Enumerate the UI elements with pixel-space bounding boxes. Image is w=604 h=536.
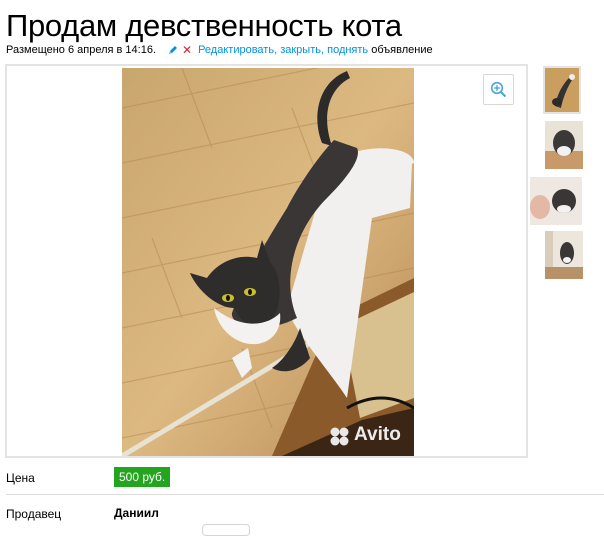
seller-name: Даниил bbox=[114, 506, 159, 520]
price-badge: 500 руб. bbox=[114, 467, 171, 487]
edit-link[interactable]: Редактировать bbox=[198, 44, 274, 56]
zoom-in-button[interactable] bbox=[483, 74, 514, 105]
thumbnail-4[interactable] bbox=[545, 231, 583, 279]
divider bbox=[6, 494, 604, 495]
actions-suffix: объявление bbox=[368, 44, 433, 56]
watermark: Avito bbox=[329, 424, 409, 453]
bump-link[interactable]: поднять bbox=[327, 44, 368, 56]
thumbnail-2[interactable] bbox=[545, 121, 583, 169]
thumbnail-3[interactable] bbox=[530, 177, 582, 225]
seller-label: Продавец bbox=[6, 507, 62, 521]
posted-date: Размещено 6 апреля в 14:16. bbox=[6, 44, 157, 56]
contact-button[interactable] bbox=[202, 524, 250, 536]
thumbnail-1[interactable] bbox=[543, 66, 581, 114]
watermark-text: Avito bbox=[354, 424, 401, 445]
listing-actions: Редактировать, закрыть, поднять объявлен… bbox=[198, 44, 433, 56]
page-title: Продам девственность кота bbox=[6, 8, 402, 43]
pencil-icon[interactable] bbox=[168, 45, 178, 55]
price-label: Цена bbox=[6, 471, 35, 485]
listing-meta: Размещено 6 апреля в 14:16. ✕ Редактиров… bbox=[6, 44, 433, 56]
close-link[interactable]: закрыть bbox=[280, 44, 321, 56]
close-icon[interactable]: ✕ bbox=[182, 44, 192, 56]
photo-gallery: Avito bbox=[5, 64, 528, 458]
main-photo[interactable] bbox=[122, 68, 414, 456]
zoom-in-icon bbox=[490, 81, 507, 98]
